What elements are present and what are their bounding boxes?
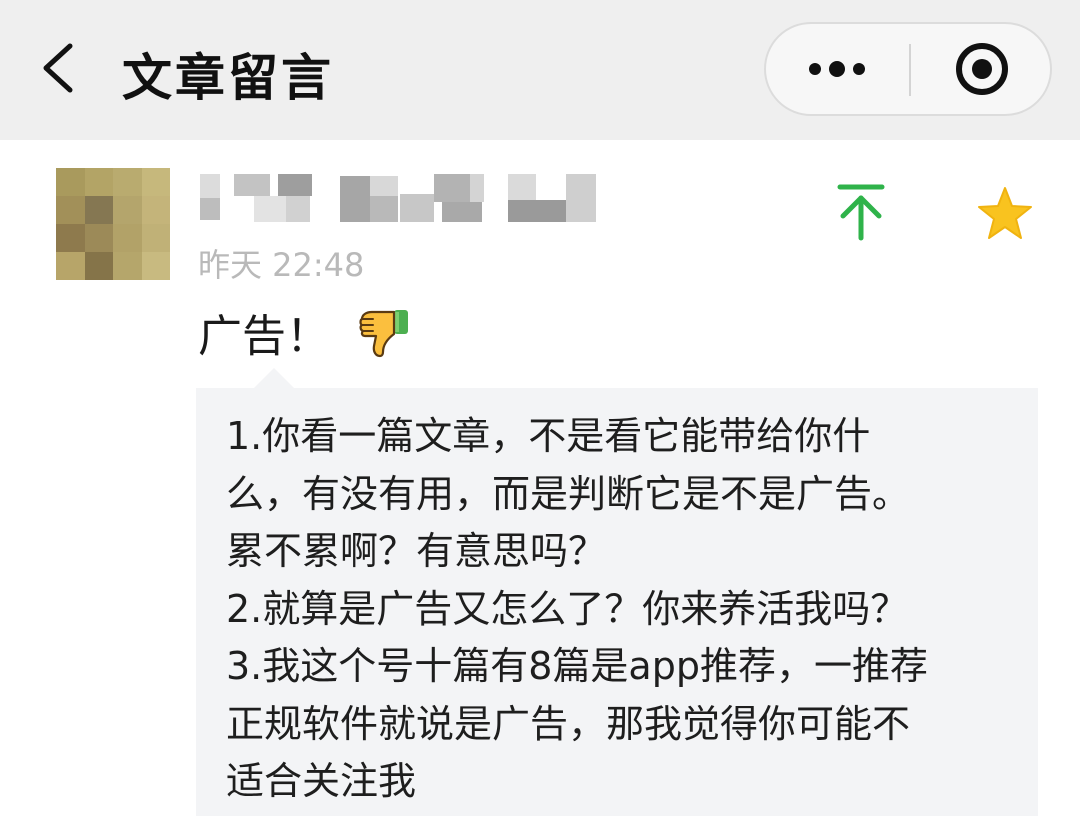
more-options-button[interactable] xyxy=(766,24,908,114)
mini-program-capsule xyxy=(764,22,1052,116)
comment-content: 广告！ xyxy=(198,300,412,364)
reply-line: 么，有没有用，而是判断它是不是广告。 xyxy=(226,471,911,516)
reply-line: 1.你看一篇文章，不是看它能带给你什 xyxy=(226,414,871,458)
star-button[interactable] xyxy=(976,186,1034,242)
comment-text: 广告！ xyxy=(198,311,330,362)
more-dots-icon xyxy=(809,61,865,77)
target-close-icon xyxy=(956,43,1008,95)
reply-line: 正规软件就说是广告，那我觉得你可能不 xyxy=(226,701,911,746)
pin-to-top-button[interactable] xyxy=(834,182,888,242)
reply-line: 累不累啊？有意思吗？ xyxy=(226,529,607,573)
nickname-blurred xyxy=(198,170,598,224)
avatar[interactable] xyxy=(56,168,170,280)
capsule-divider xyxy=(909,44,911,96)
close-button[interactable] xyxy=(912,24,1052,114)
author-reply-text: 1.你看一篇文章，不是看它能带给你什 么，有没有用，而是判断它是不是广告。 累不… xyxy=(226,408,1016,811)
comment-timestamp: 昨天 22:48 xyxy=(198,246,365,284)
page-title: 文章留言 xyxy=(122,49,334,107)
top-navigation-bar: 文章留言 xyxy=(0,0,1080,140)
reply-line: 2.就算是广告又怎么了？你来养活我吗？ xyxy=(226,586,909,631)
reply-line: 适合关注我 xyxy=(226,759,417,803)
thumbs-down-emoji-icon xyxy=(359,310,408,358)
reply-pointer xyxy=(254,368,294,388)
pin-to-top-icon xyxy=(837,184,885,241)
back-button[interactable] xyxy=(36,40,84,96)
star-icon xyxy=(978,187,1032,239)
comment-page: 文章留言 昨天 22:48 广告！ 1.你看一篇文章，不是看它能带给你什 么，有… xyxy=(0,0,1080,840)
reply-line: 3.我这个号十篇有8篇是app推荐，一推荐 xyxy=(226,644,928,688)
chevron-left-icon xyxy=(43,43,73,93)
